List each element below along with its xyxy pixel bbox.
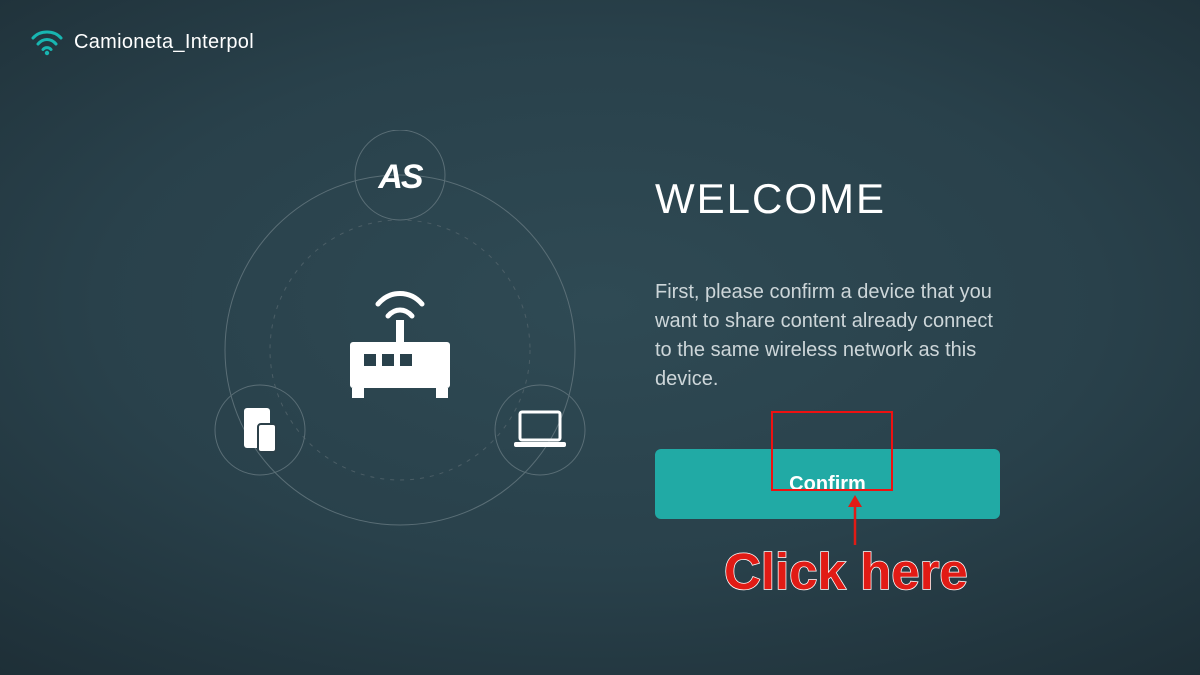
mobile-icon [244, 408, 276, 452]
welcome-panel: WELCOME First, please confirm a device t… [655, 175, 1015, 519]
annotation-label: Click here [724, 542, 968, 601]
mobile-device-node [215, 385, 305, 475]
instruction-text: First, please confirm a device that you … [655, 278, 1015, 394]
svg-text:AS: AS [377, 158, 424, 196]
laptop-icon [514, 412, 566, 447]
brand-node: AS [355, 130, 445, 220]
confirm-button-label: Confirm [789, 473, 866, 496]
router-icon [350, 294, 450, 399]
wifi-icon [30, 28, 64, 56]
laptop-node [495, 385, 585, 475]
confirm-button[interactable]: Confirm [655, 449, 1000, 519]
network-diagram: AS [180, 130, 620, 570]
wifi-status: Camioneta_Interpol [30, 28, 254, 56]
wifi-ssid-label: Camioneta_Interpol [74, 31, 254, 54]
page-title: WELCOME [655, 175, 1015, 223]
